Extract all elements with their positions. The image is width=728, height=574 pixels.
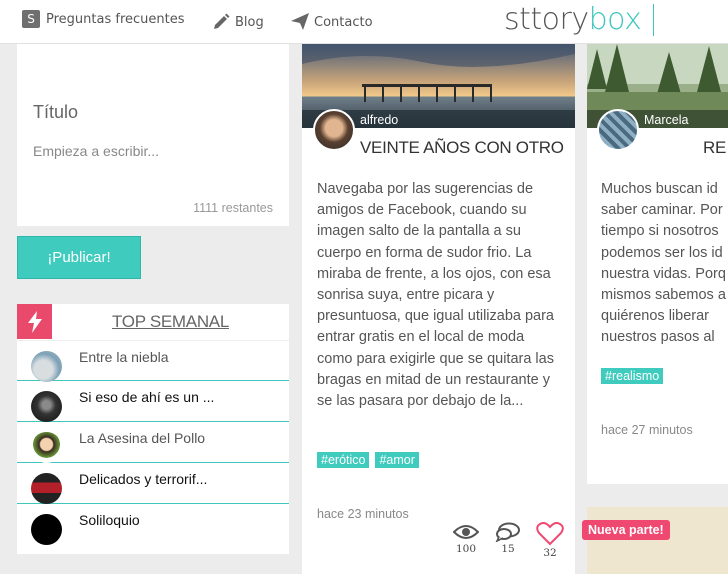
views-stat: 100 xyxy=(445,522,487,559)
story-timestamp: hace 27 minutos xyxy=(601,423,693,437)
top-navigation: S Preguntas frecuentes Blog Contacto stt… xyxy=(0,0,728,44)
top-weekly-item-label: La Asesina del Pollo xyxy=(79,430,206,446)
paper-plane-icon xyxy=(291,13,309,30)
new-part-badge: Nueva parte! xyxy=(582,520,670,540)
top-weekly-item[interactable]: Si eso de ahí es un ... xyxy=(17,381,289,422)
faq-icon: S xyxy=(22,10,40,28)
tag[interactable]: #amor xyxy=(375,452,419,468)
site-logo[interactable]: sttorybox xyxy=(504,2,642,37)
story-timestamp: hace 23 minutos xyxy=(317,507,409,521)
avatar xyxy=(31,514,62,545)
top-weekly-list: Entre la niebla Si eso de ahí es un ... … xyxy=(17,340,289,545)
tag[interactable]: #erótico xyxy=(317,452,370,468)
nav-blog-label: Blog xyxy=(235,14,264,30)
top-weekly-item[interactable]: Delicados y terrorif... xyxy=(17,463,289,504)
nav-blog-link[interactable]: Blog xyxy=(211,12,264,32)
pencil-icon xyxy=(214,13,230,29)
author-avatar[interactable] xyxy=(597,109,639,151)
logo-divider xyxy=(653,4,654,36)
author-avatar[interactable] xyxy=(313,109,355,151)
author-name[interactable]: alfredo xyxy=(360,113,398,127)
comments-count: 15 xyxy=(501,543,515,555)
nav-contact-label: Contacto xyxy=(314,14,373,30)
top-weekly-item-label: Soliloquio xyxy=(79,512,140,528)
story-stats: 100 15 32 xyxy=(445,522,571,559)
compose-box: Título Empieza a escribir... 1111 restan… xyxy=(17,44,289,226)
nav-faq-label: Preguntas frecuentes xyxy=(46,11,185,27)
likes-stat[interactable]: 32 xyxy=(529,522,571,559)
heart-icon xyxy=(536,522,564,546)
tag[interactable]: #realismo xyxy=(601,368,664,384)
comment-icon xyxy=(495,522,520,542)
title-input[interactable]: Título xyxy=(33,102,78,123)
story-textarea[interactable]: Empieza a escribir... xyxy=(33,143,159,159)
top-weekly-item-label: Delicados y terrorif... xyxy=(79,471,208,487)
views-count: 100 xyxy=(455,543,477,555)
top-weekly-item[interactable]: Entre la niebla xyxy=(17,340,289,382)
nav-contact-link[interactable]: Contacto xyxy=(290,12,373,32)
comments-stat[interactable]: 15 xyxy=(487,522,529,559)
avatar xyxy=(31,351,62,382)
author-name[interactable]: Marcela xyxy=(644,113,688,127)
story-card[interactable]: Marcela RE Muchos buscan id saber camina… xyxy=(587,44,728,484)
likes-count: 32 xyxy=(543,547,557,559)
story-tags: #realismo xyxy=(601,368,664,384)
avatar xyxy=(31,432,62,463)
story-excerpt: Navegaba por las sugerencias de amigos d… xyxy=(317,181,554,410)
top-weekly-item-label: Entre la niebla xyxy=(79,349,169,365)
publish-button[interactable]: ¡Publicar! xyxy=(17,236,141,279)
story-title[interactable]: RE xyxy=(703,138,726,158)
nav-faq-link[interactable]: S Preguntas frecuentes xyxy=(22,10,185,28)
story-title[interactable]: VEINTE AÑOS CON OTRO xyxy=(360,138,564,158)
top-weekly-panel: TOP SEMANAL Entre la niebla Si eso de ah… xyxy=(17,304,289,554)
lightning-icon xyxy=(17,304,52,339)
story-excerpt: Muchos buscan id saber caminar. Por tiem… xyxy=(601,181,726,346)
remaining-characters: 1111 restantes xyxy=(193,201,273,215)
story-tags: #erótico #amor xyxy=(317,452,419,468)
avatar xyxy=(31,391,62,422)
eye-icon xyxy=(453,525,479,539)
story-card[interactable]: alfredo VEINTE AÑOS CON OTRO Navegaba po… xyxy=(302,44,575,574)
story-card[interactable] xyxy=(587,507,728,574)
top-weekly-item-label: Si eso de ahí es un ... xyxy=(79,389,215,405)
top-weekly-item[interactable]: La Asesina del Pollo xyxy=(17,422,289,463)
top-weekly-item[interactable]: Soliloquio xyxy=(17,504,289,545)
avatar xyxy=(31,473,62,504)
top-weekly-title[interactable]: TOP SEMANAL xyxy=(112,312,229,332)
